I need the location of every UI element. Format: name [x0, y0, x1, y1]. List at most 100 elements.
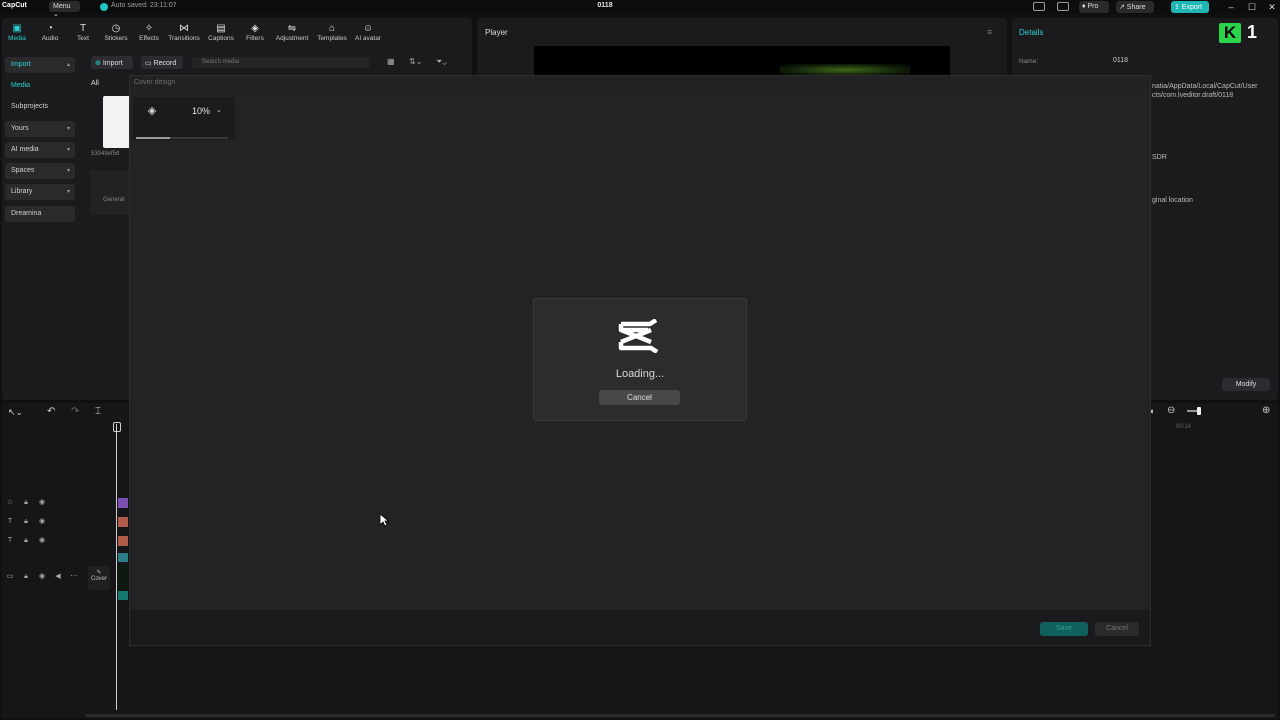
tool-label: Templates — [317, 35, 347, 42]
tool-stickers[interactable]: ◷ Stickers — [99, 24, 133, 43]
timeline-scrollbar[interactable] — [85, 714, 1275, 717]
player-title: Player — [485, 28, 508, 37]
tool-templates[interactable]: ⌂ Templates — [315, 23, 349, 43]
export-button[interactable]: ⇪ Export — [1171, 1, 1209, 13]
audio-clip[interactable] — [118, 591, 128, 600]
undo-icon[interactable]: ↶ — [47, 406, 55, 417]
close-icon[interactable]: ✕ — [1266, 1, 1278, 13]
tool-transitions[interactable]: ⋈ Transitions — [167, 23, 201, 43]
autosave-check-icon — [100, 3, 108, 11]
playhead-handle[interactable] — [113, 422, 121, 432]
maximize-icon[interactable]: ☐ — [1246, 1, 1258, 13]
filter-icon[interactable]: ⏷⌄ — [436, 57, 447, 67]
tool-label: AI avatar — [354, 35, 381, 42]
sidebar-item-library[interactable]: Library ▾ — [5, 184, 75, 200]
channel-badge-number: 1 — [1247, 22, 1258, 42]
location-value: ginal location — [1152, 197, 1193, 204]
eye-icon[interactable]: ◉ — [38, 537, 46, 545]
record-button[interactable]: ▭ Record — [141, 56, 183, 69]
tool-filters[interactable]: ◈ Filters — [238, 24, 272, 43]
redo-icon[interactable]: ↷ — [71, 406, 79, 417]
lock-icon[interactable]: 🔒︎ — [22, 573, 30, 581]
adjustment-icon: ⇋ — [287, 23, 297, 34]
ai-avatar-icon: ☺ — [362, 23, 374, 34]
sidebar-item-spaces[interactable]: Spaces ▾ — [5, 163, 75, 179]
grid-view-icon[interactable]: ▦ — [387, 57, 395, 66]
templates-icon: ⌂ — [328, 23, 336, 34]
tool-label: Effects — [139, 35, 159, 42]
tool-ai-avatar[interactable]: ☺ AI avatar — [351, 23, 385, 43]
channel-badge-logo: K — [1219, 23, 1241, 43]
lock-icon[interactable]: 🔒︎ — [22, 537, 30, 545]
sidebar-item-label: Library — [11, 188, 33, 195]
tool-audio[interactable]: ◔ Audio — [33, 24, 67, 43]
sticker-clip[interactable] — [118, 498, 128, 508]
chevron-down-icon[interactable]: ⌄ — [216, 106, 222, 114]
modify-button[interactable]: Modify — [1222, 378, 1270, 391]
select-tool-icon[interactable]: ↖⌄ — [8, 407, 23, 418]
sort-icon[interactable]: ⇅⌄ — [409, 57, 422, 66]
search-input[interactable]: Search media — [192, 57, 370, 68]
layers-icon[interactable]: ◈ — [145, 104, 159, 118]
tool-captions[interactable]: ▤ Captions — [204, 23, 238, 43]
captions-icon: ▤ — [216, 23, 226, 34]
sidebar-item-yours[interactable]: Yours ▾ — [5, 121, 75, 137]
path-text-1: natia/AppData/Local/CapCut/User — [1152, 83, 1258, 90]
text-clip[interactable] — [118, 517, 128, 527]
generate-card[interactable] — [90, 170, 130, 215]
effects-icon: ✧ — [144, 23, 154, 34]
chevron-down-icon: ▾ — [66, 168, 70, 174]
name-value: 0118 — [1113, 57, 1129, 64]
menu-button[interactable]: Menu ⌄ — [49, 1, 80, 18]
playhead[interactable] — [116, 424, 117, 710]
tool-text[interactable]: T Text — [66, 24, 100, 43]
transitions-icon: ⋈ — [179, 23, 189, 34]
modal-cancel-button[interactable]: Cancel — [1095, 622, 1139, 636]
lock-icon[interactable]: 🔒︎ — [22, 518, 30, 526]
project-title: 0118 — [597, 2, 613, 9]
video-track-icon: ▭ — [6, 573, 14, 580]
import-label: Import — [102, 60, 123, 67]
zoom-in-icon[interactable]: ⊕ — [1262, 405, 1270, 416]
sidebar-item-subprojects[interactable]: Subprojects — [5, 99, 75, 115]
sidebar-item-ai-media[interactable]: AI media ▾ — [5, 142, 75, 158]
sidebar-item-dreamina[interactable]: Dreamina — [5, 206, 75, 222]
effect-clip[interactable] — [118, 553, 128, 562]
pro-button[interactable]: ♦ Pro — [1079, 1, 1109, 13]
tool-media[interactable]: ▣ Media — [0, 24, 34, 43]
import-button[interactable]: ⊕ Import — [91, 56, 133, 69]
timeline-zoom-handle[interactable] — [1197, 407, 1201, 415]
lock-icon[interactable]: 🔒︎ — [22, 499, 30, 507]
save-button[interactable]: Save — [1040, 622, 1088, 636]
sidebar-item-label: Subprojects — [11, 103, 48, 110]
chevron-down-icon: ▾ — [66, 126, 70, 132]
zoom-value[interactable]: 10% — [192, 106, 210, 116]
tool-effects[interactable]: ✧ Effects — [132, 23, 166, 43]
sidebar-item-media[interactable]: Media — [5, 78, 75, 94]
sidebar-item-import[interactable]: Import ▴ — [5, 57, 75, 73]
zoom-out-icon[interactable]: ⊖ — [1167, 405, 1175, 416]
eye-icon[interactable]: ◉ — [38, 499, 46, 507]
minimize-icon[interactable]: – — [1225, 1, 1237, 13]
share-button[interactable]: ↗ Share — [1116, 1, 1154, 13]
tool-label: Transitions — [168, 35, 200, 42]
modal-footer — [130, 610, 1150, 645]
chevron-down-icon: ▾ — [66, 147, 70, 153]
audio-icon[interactable]: ◀︎ — [54, 573, 62, 581]
layout-icon[interactable] — [1033, 2, 1045, 11]
more-icon[interactable]: ⋯ — [70, 573, 78, 581]
text-clip[interactable] — [118, 536, 128, 546]
sidebar-item-label: Dreamina — [11, 210, 42, 217]
video-clip[interactable] — [118, 564, 128, 590]
path-text-2: cts/com.lveditor.draft/0118 — [1152, 92, 1234, 99]
tool-adjustment[interactable]: ⇋ Adjustment — [275, 23, 309, 43]
eye-icon[interactable]: ◉ — [38, 518, 46, 526]
loading-cancel-button[interactable]: Cancel — [599, 390, 680, 405]
split-icon[interactable]: ⌶ — [95, 406, 101, 417]
shortcuts-icon[interactable] — [1057, 2, 1069, 11]
tool-label: Audio — [41, 35, 59, 42]
filter-all-tab[interactable]: All — [91, 80, 99, 87]
eye-icon[interactable]: ◉ — [38, 573, 46, 581]
cover-button[interactable]: ✎ Cover — [88, 566, 110, 590]
player-menu-icon[interactable]: ≡ — [987, 27, 992, 37]
